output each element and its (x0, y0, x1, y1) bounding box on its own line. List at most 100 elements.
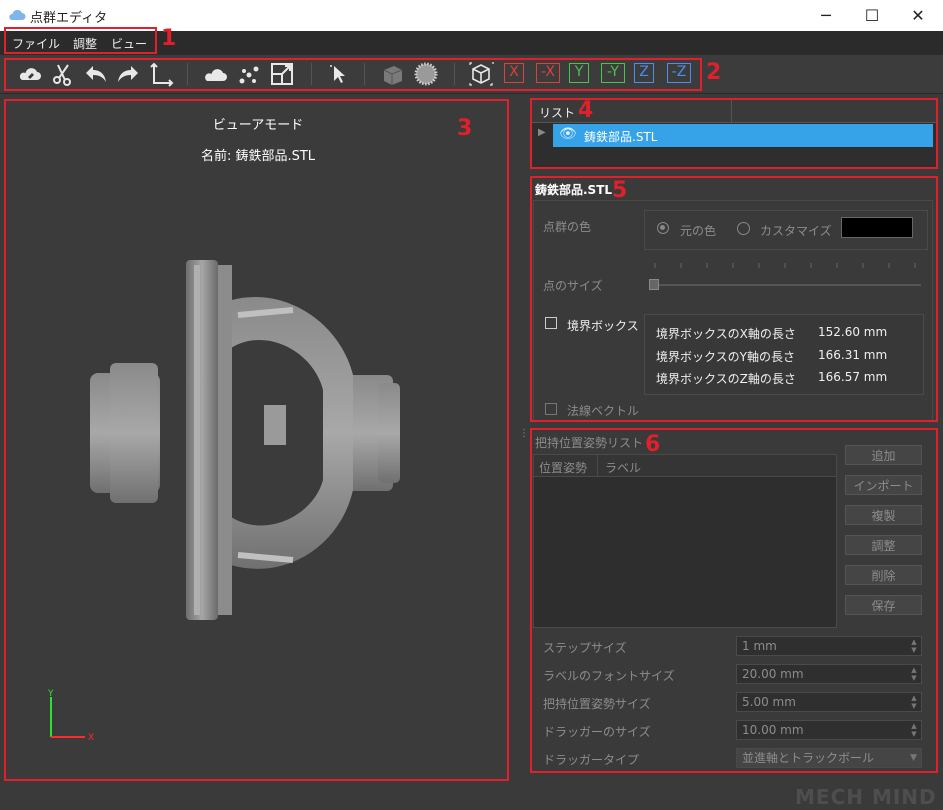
list-item-label: 鋳鉄部品.STL (584, 130, 658, 144)
redo-icon[interactable] (115, 61, 141, 87)
dragger-size-value: 10.00 mm (742, 723, 804, 737)
undo-icon[interactable] (83, 61, 109, 87)
bbox-checkbox[interactable] (545, 317, 557, 329)
bbox-label: 境界ボックス (567, 319, 639, 333)
duplicate-button[interactable]: 複製 (845, 505, 922, 525)
cloud-open-icon[interactable] (17, 61, 43, 87)
axes-icon[interactable] (148, 61, 174, 87)
dragger-type-select[interactable]: 並進軸とトラックボール ▼ (736, 748, 922, 768)
watermark: MECH MIND (795, 785, 937, 809)
menu-view[interactable]: ビュー (111, 35, 147, 52)
save-button[interactable]: 保存 (845, 595, 922, 615)
point-size-label: 点のサイズ (543, 279, 603, 293)
custom-color-radio[interactable] (737, 222, 750, 235)
viewer-file-name: 名前: 鋳鉄部品.STL (200, 149, 316, 164)
axis-x-label: X (88, 733, 94, 743)
annotation-number-3: 3 (457, 116, 473, 141)
cast-iron-part-model (90, 260, 400, 620)
normal-label: 法線ベクトル (567, 404, 640, 418)
adjust-button[interactable]: 調整 (845, 535, 922, 555)
points-icon[interactable] (236, 61, 262, 87)
original-color-label: 元の色 (680, 224, 717, 238)
label-font-size-value: 20.00 mm (742, 667, 804, 681)
label-font-size-field[interactable]: 20.00 mm ▲ ▼ (736, 664, 922, 684)
color-option-group: 元の色 カスタマイズ (644, 210, 928, 250)
step-size-label: ステップサイズ (543, 641, 627, 655)
bbox-x-value: 152.60 mm (818, 325, 888, 339)
point-color-label: 点群の色 (543, 220, 592, 234)
grip-col-pose[interactable]: 位置姿勢 (539, 459, 587, 476)
custom-color-swatch[interactable] (841, 217, 913, 238)
step-size-field[interactable]: 1 mm ▲ ▼ (736, 636, 922, 656)
bbox-z-value: 166.57 mm (818, 370, 888, 384)
bbox-z-label: 境界ボックスのZ軸の長さ (656, 372, 796, 386)
list-item-selected[interactable]: 👁 鋳鉄部品.STL (553, 124, 933, 147)
toolbar-separator (311, 63, 312, 85)
label-font-size-label: ラベルのフォントサイズ (543, 669, 675, 683)
menu-bar: ファイル 調整 ビュー (0, 31, 943, 55)
normal-checkbox[interactable] (545, 403, 557, 415)
maximize-button[interactable]: ☐ (849, 0, 895, 31)
toolbar-separator (187, 63, 188, 85)
view-axis-button[interactable]: X (504, 63, 524, 83)
grip-table[interactable]: 位置姿勢 ラベル (533, 454, 837, 628)
grip-title: 把持位置姿勢リスト (535, 436, 644, 450)
dragger-size-label: ドラッガーのサイズ (543, 725, 651, 739)
scale-icon[interactable] (269, 61, 295, 87)
grip-col-label[interactable]: ラベル (605, 459, 641, 476)
spin-arrows-icon[interactable]: ▲ ▼ (909, 638, 919, 654)
close-button[interactable]: ✕ (895, 0, 941, 31)
viewer-mode-label: ビューアモード (212, 118, 304, 133)
grip-pose-size-value: 5.00 mm (742, 695, 796, 709)
axis-y-label: Y (47, 689, 54, 699)
bbox-y-value: 166.31 mm (818, 348, 888, 362)
view-axis-button[interactable]: Z (634, 63, 654, 83)
spin-arrows-icon[interactable]: ▲ ▼ (909, 694, 919, 710)
grip-pose-size-label: 把持位置姿勢サイズ (543, 697, 651, 711)
sphere-icon[interactable] (413, 61, 439, 87)
cube-view-icon[interactable] (468, 61, 494, 87)
app-cloud-icon (9, 9, 26, 20)
menu-file[interactable]: ファイル (12, 35, 60, 52)
delete-button[interactable]: 削除 (845, 565, 922, 585)
title-bar: 点群エディタ ─ ☐ ✕ (0, 0, 943, 31)
spin-arrows-icon[interactable]: ▲ ▼ (909, 722, 919, 738)
minimize-button[interactable]: ─ (803, 0, 849, 31)
add-button[interactable]: 追加 (845, 445, 922, 465)
cut-icon[interactable] (50, 61, 76, 87)
view-axis-button[interactable]: -X (536, 63, 560, 83)
props-title: 鋳鉄部品.STL (535, 183, 613, 197)
list-header: リスト (539, 106, 576, 120)
toolbar: X -X Y -Y Z -Z (0, 55, 943, 94)
custom-color-label: カスタマイズ (760, 224, 832, 238)
annotation-number-4: 4 (578, 98, 594, 123)
select-icon[interactable] (326, 61, 352, 87)
annotation-number-1: 1 (161, 26, 177, 51)
grip-pose-size-field[interactable]: 5.00 mm ▲ ▼ (736, 692, 922, 712)
splitter-handle[interactable]: ⋮ (519, 429, 529, 439)
point-size-slider-track (653, 284, 921, 286)
original-color-radio[interactable] (657, 222, 669, 234)
annotation-number-5: 5 (612, 178, 628, 203)
import-button[interactable]: インポート (845, 475, 922, 495)
expand-arrow-icon[interactable]: ▶ (538, 127, 546, 138)
cloud-icon[interactable] (203, 61, 229, 87)
point-size-slider-handle[interactable] (649, 279, 659, 290)
toolbar-separator (364, 63, 365, 85)
chevron-down-icon[interactable]: ▼ (910, 749, 917, 767)
bbox-x-label: 境界ボックスのX軸の長さ (656, 327, 796, 341)
axis-indicator: Y X (47, 689, 94, 743)
eye-icon[interactable]: 👁 (559, 126, 577, 142)
dragger-size-field[interactable]: 10.00 mm ▲ ▼ (736, 720, 922, 740)
grip-pose-panel: 把持位置姿勢リスト 位置姿勢 ラベル 追加 インポート 複製 調整 削除 保存 … (531, 430, 936, 772)
view-axis-button[interactable]: -Z (667, 63, 691, 83)
menu-adjust[interactable]: 調整 (73, 35, 97, 52)
toolbar-separator (454, 63, 455, 85)
spin-arrows-icon[interactable]: ▲ ▼ (909, 666, 919, 682)
view-axis-button[interactable]: -Y (601, 63, 625, 83)
view-axis-button[interactable]: Y (569, 63, 589, 83)
3d-viewer[interactable]: ビューアモード 名前: 鋳鉄部品.STL Y X (8, 100, 508, 780)
bbox-info-box: 境界ボックスのX軸の長さ 152.60 mm 境界ボックスのY軸の長さ 166.… (644, 314, 924, 395)
solid-icon[interactable] (380, 61, 406, 87)
bbox-y-label: 境界ボックスのY軸の長さ (656, 350, 795, 364)
